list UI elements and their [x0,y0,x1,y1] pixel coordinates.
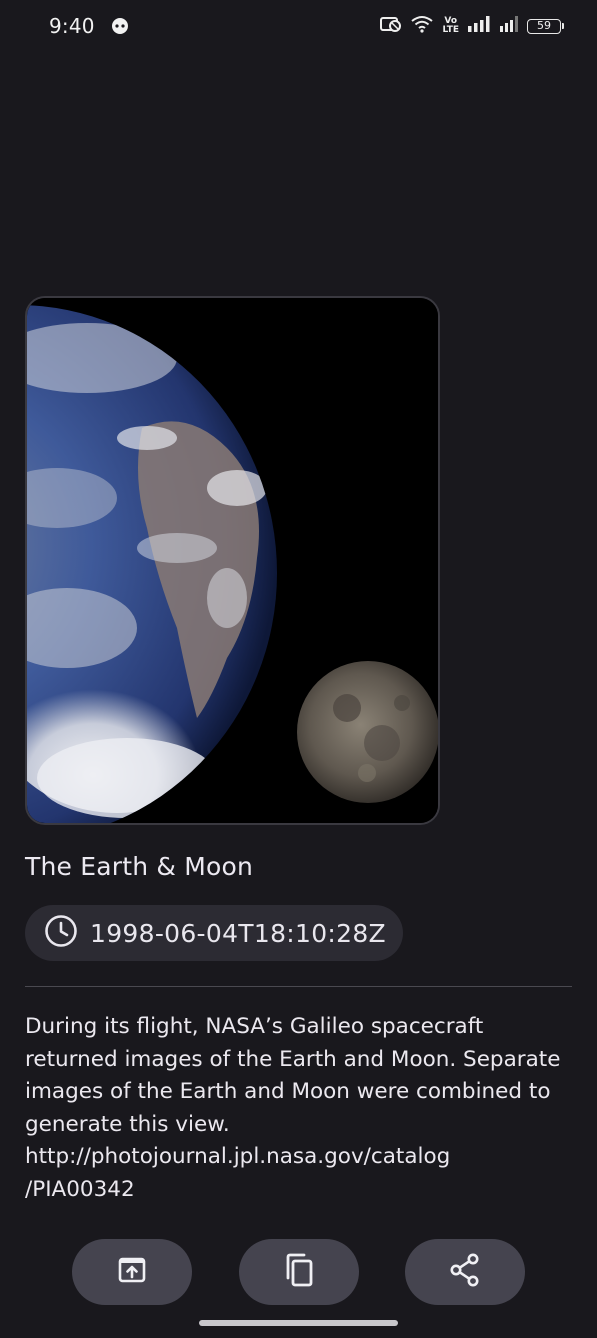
apod-description: During its flight, NASA’s Galileo spacec… [25,1014,561,1202]
wifi-icon [410,15,434,37]
battery-icon: 59 [527,18,564,34]
date-chip: 1998-06-04T18:10:28Z [25,905,403,961]
earth-and-moon-photo[interactable] [25,296,440,825]
copy-icon [283,1252,315,1292]
ghost-notification-icon [110,16,130,36]
status-time: 9:40 [49,14,95,38]
status-bar: 9:40 Vo LTE 59 [0,0,597,54]
divider [25,986,572,987]
no-sim-icon [380,15,402,37]
apod-title: The Earth & Moon [25,852,254,881]
volte-icon: Vo LTE [442,16,459,35]
status-icons: Vo LTE 59 [380,14,564,38]
open-in-browser-button[interactable] [72,1239,192,1305]
open-external-icon [117,1255,147,1289]
signal-icon [467,16,491,36]
share-icon [449,1253,481,1291]
copy-button[interactable] [239,1239,359,1305]
clock-icon [44,914,78,952]
apod-date: 1998-06-04T18:10:28Z [90,918,386,948]
apod-detail-screen: 9:40 Vo LTE 59 The Earth & Moon 1998-06-… [0,0,597,1338]
home-indicator[interactable] [199,1320,398,1326]
action-bar [0,1239,597,1305]
share-button[interactable] [405,1239,525,1305]
signal-icon [499,16,519,36]
